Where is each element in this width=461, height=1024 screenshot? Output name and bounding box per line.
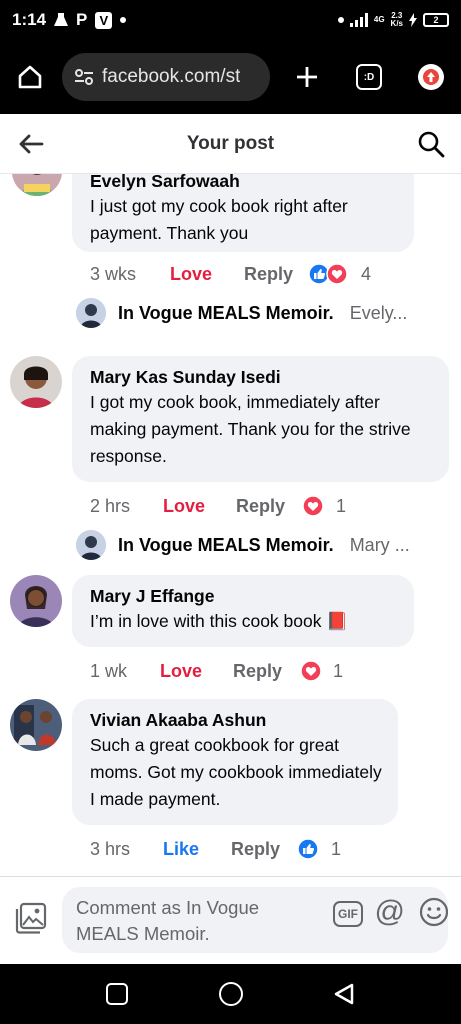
- page-avatar: [76, 530, 106, 560]
- signal-icon: [349, 13, 368, 27]
- battery-icon: 2: [423, 13, 449, 27]
- address-bar[interactable]: facebook.com/st: [62, 53, 270, 101]
- browser-toolbar: facebook.com/st :D: [0, 40, 461, 114]
- network-type: 4G: [373, 15, 385, 24]
- app-p-icon: P: [76, 10, 88, 29]
- reaction-count: 1: [336, 495, 347, 516]
- love-button[interactable]: Love: [163, 496, 205, 517]
- new-tab-icon[interactable]: [292, 62, 322, 92]
- comment-mary-j: Mary J Effange I’m in love with this coo…: [0, 575, 461, 695]
- page-avatar: [76, 298, 106, 328]
- comment-vivian: Vivian Akaaba Ashun Such a great cookboo…: [0, 699, 461, 869]
- home-icon[interactable]: [12, 59, 48, 95]
- reaction-count: 1: [331, 838, 342, 859]
- charging-icon: [409, 13, 417, 27]
- comments-feed[interactable]: Evelyn Sarfowaah I just got my cook book…: [0, 174, 461, 876]
- reply-preview[interactable]: In Vogue MEALS Memoir. Mary ...: [76, 530, 410, 560]
- reply-author[interactable]: In Vogue MEALS Memoir.: [118, 535, 334, 556]
- reply-author[interactable]: In Vogue MEALS Memoir.: [118, 303, 334, 324]
- reactions-summary[interactable]: [302, 495, 324, 517]
- reactions-summary[interactable]: [300, 660, 322, 682]
- home-button-icon[interactable]: [219, 982, 243, 1006]
- page-title: Your post: [186, 133, 275, 154]
- flask-icon: [54, 13, 69, 26]
- photo-icon[interactable]: [14, 901, 48, 935]
- reactions-summary[interactable]: [308, 263, 348, 285]
- comment-evelyn: Evelyn Sarfowaah I just got my cook book…: [0, 174, 461, 350]
- back-triangle-icon[interactable]: [332, 982, 356, 1006]
- comment-author[interactable]: Vivian Akaaba Ashun: [90, 708, 382, 732]
- like-button[interactable]: Like: [163, 839, 199, 860]
- love-reaction-icon: [326, 263, 348, 285]
- comment-actions: 3 hrs Like Reply 1: [0, 837, 461, 861]
- reply-button[interactable]: Reply: [236, 496, 285, 517]
- love-button[interactable]: Love: [170, 264, 212, 285]
- battery-level: 2: [433, 15, 439, 25]
- status-time: 1:14: [12, 10, 47, 29]
- notification-dot-icon: [120, 17, 127, 23]
- comment-time[interactable]: 3 hrs: [90, 839, 130, 860]
- network-speed-unit: K/s: [390, 19, 403, 28]
- love-reaction-icon: [300, 660, 322, 682]
- reactions-summary[interactable]: [297, 838, 319, 860]
- reply-preview-text: Mary ...: [349, 534, 410, 555]
- comment-input-placeholder: Comment as In Vogue MEALS Memoir.: [76, 897, 260, 944]
- status-bar: 1:14 P V 4G 2.3 K/s 2: [0, 0, 461, 40]
- comment-mary-kas: Mary Kas Sunday Isedi I got my cook book…: [0, 356, 461, 566]
- url-text: facebook.com/st: [102, 66, 241, 87]
- comment-time[interactable]: 2 hrs: [90, 496, 130, 517]
- search-icon[interactable]: [417, 130, 445, 158]
- reply-preview[interactable]: In Vogue MEALS Memoir. Evely...: [76, 298, 407, 328]
- reaction-count: 4: [361, 263, 372, 284]
- mention-icon[interactable]: @: [375, 895, 405, 929]
- comment-text: I just got my cook book right after paym…: [90, 196, 348, 243]
- gif-icon[interactable]: GIF: [333, 901, 363, 927]
- comment-author[interactable]: Mary J Effange: [90, 584, 398, 608]
- comment-time[interactable]: 3 wks: [90, 264, 136, 285]
- avatar[interactable]: [10, 699, 62, 751]
- comment-bubble[interactable]: Mary Kas Sunday Isedi I got my cook book…: [72, 356, 449, 482]
- reply-button[interactable]: Reply: [233, 661, 282, 682]
- dot-icon: [337, 17, 344, 23]
- love-reaction-icon: [302, 495, 324, 517]
- comment-text: Such a great cookbook for great moms. Go…: [90, 735, 382, 809]
- tab-switcher-icon[interactable]: :D: [356, 64, 382, 90]
- comment-bubble[interactable]: Evelyn Sarfowaah I just got my cook book…: [72, 174, 414, 252]
- gif-label: GIF: [338, 907, 358, 921]
- site-settings-icon[interactable]: [74, 68, 94, 86]
- comment-author[interactable]: Evelyn Sarfowaah: [90, 174, 398, 193]
- comment-bubble[interactable]: Mary J Effange I’m in love with this coo…: [72, 575, 414, 647]
- reply-preview-text: Evely...: [349, 302, 408, 323]
- like-reaction-icon: [297, 838, 319, 860]
- comment-author[interactable]: Mary Kas Sunday Isedi: [90, 365, 433, 389]
- comment-text: I’m in love with this cook book 📕: [90, 611, 349, 631]
- comment-actions: 2 hrs Love Reply 1: [0, 494, 461, 518]
- love-button[interactable]: Love: [160, 661, 202, 682]
- comment-text: I got my cook book, immediately after ma…: [90, 392, 411, 466]
- avatar[interactable]: [12, 174, 62, 196]
- update-icon[interactable]: [418, 64, 444, 90]
- avatar[interactable]: [10, 575, 62, 627]
- system-nav-bar: [0, 964, 461, 1024]
- reply-button[interactable]: Reply: [244, 264, 293, 285]
- comment-composer: Comment as In Vogue MEALS Memoir. GIF @: [0, 876, 461, 964]
- recent-apps-icon[interactable]: [106, 983, 128, 1005]
- tab-switcher-label: :D: [363, 71, 375, 83]
- app-v-icon: V: [95, 11, 113, 29]
- comment-bubble[interactable]: Vivian Akaaba Ashun Such a great cookboo…: [72, 699, 398, 825]
- network-speed: 2.3 K/s: [391, 12, 403, 28]
- avatar[interactable]: [10, 356, 62, 408]
- comment-actions: 1 wk Love Reply 1: [0, 659, 461, 683]
- reply-button[interactable]: Reply: [231, 839, 280, 860]
- comment-actions: 3 wks Love Reply 4: [0, 262, 461, 286]
- emoji-icon[interactable]: [419, 897, 449, 927]
- page-header: Your post: [0, 114, 461, 174]
- comment-time[interactable]: 1 wk: [90, 661, 127, 682]
- reaction-count: 1: [333, 660, 344, 681]
